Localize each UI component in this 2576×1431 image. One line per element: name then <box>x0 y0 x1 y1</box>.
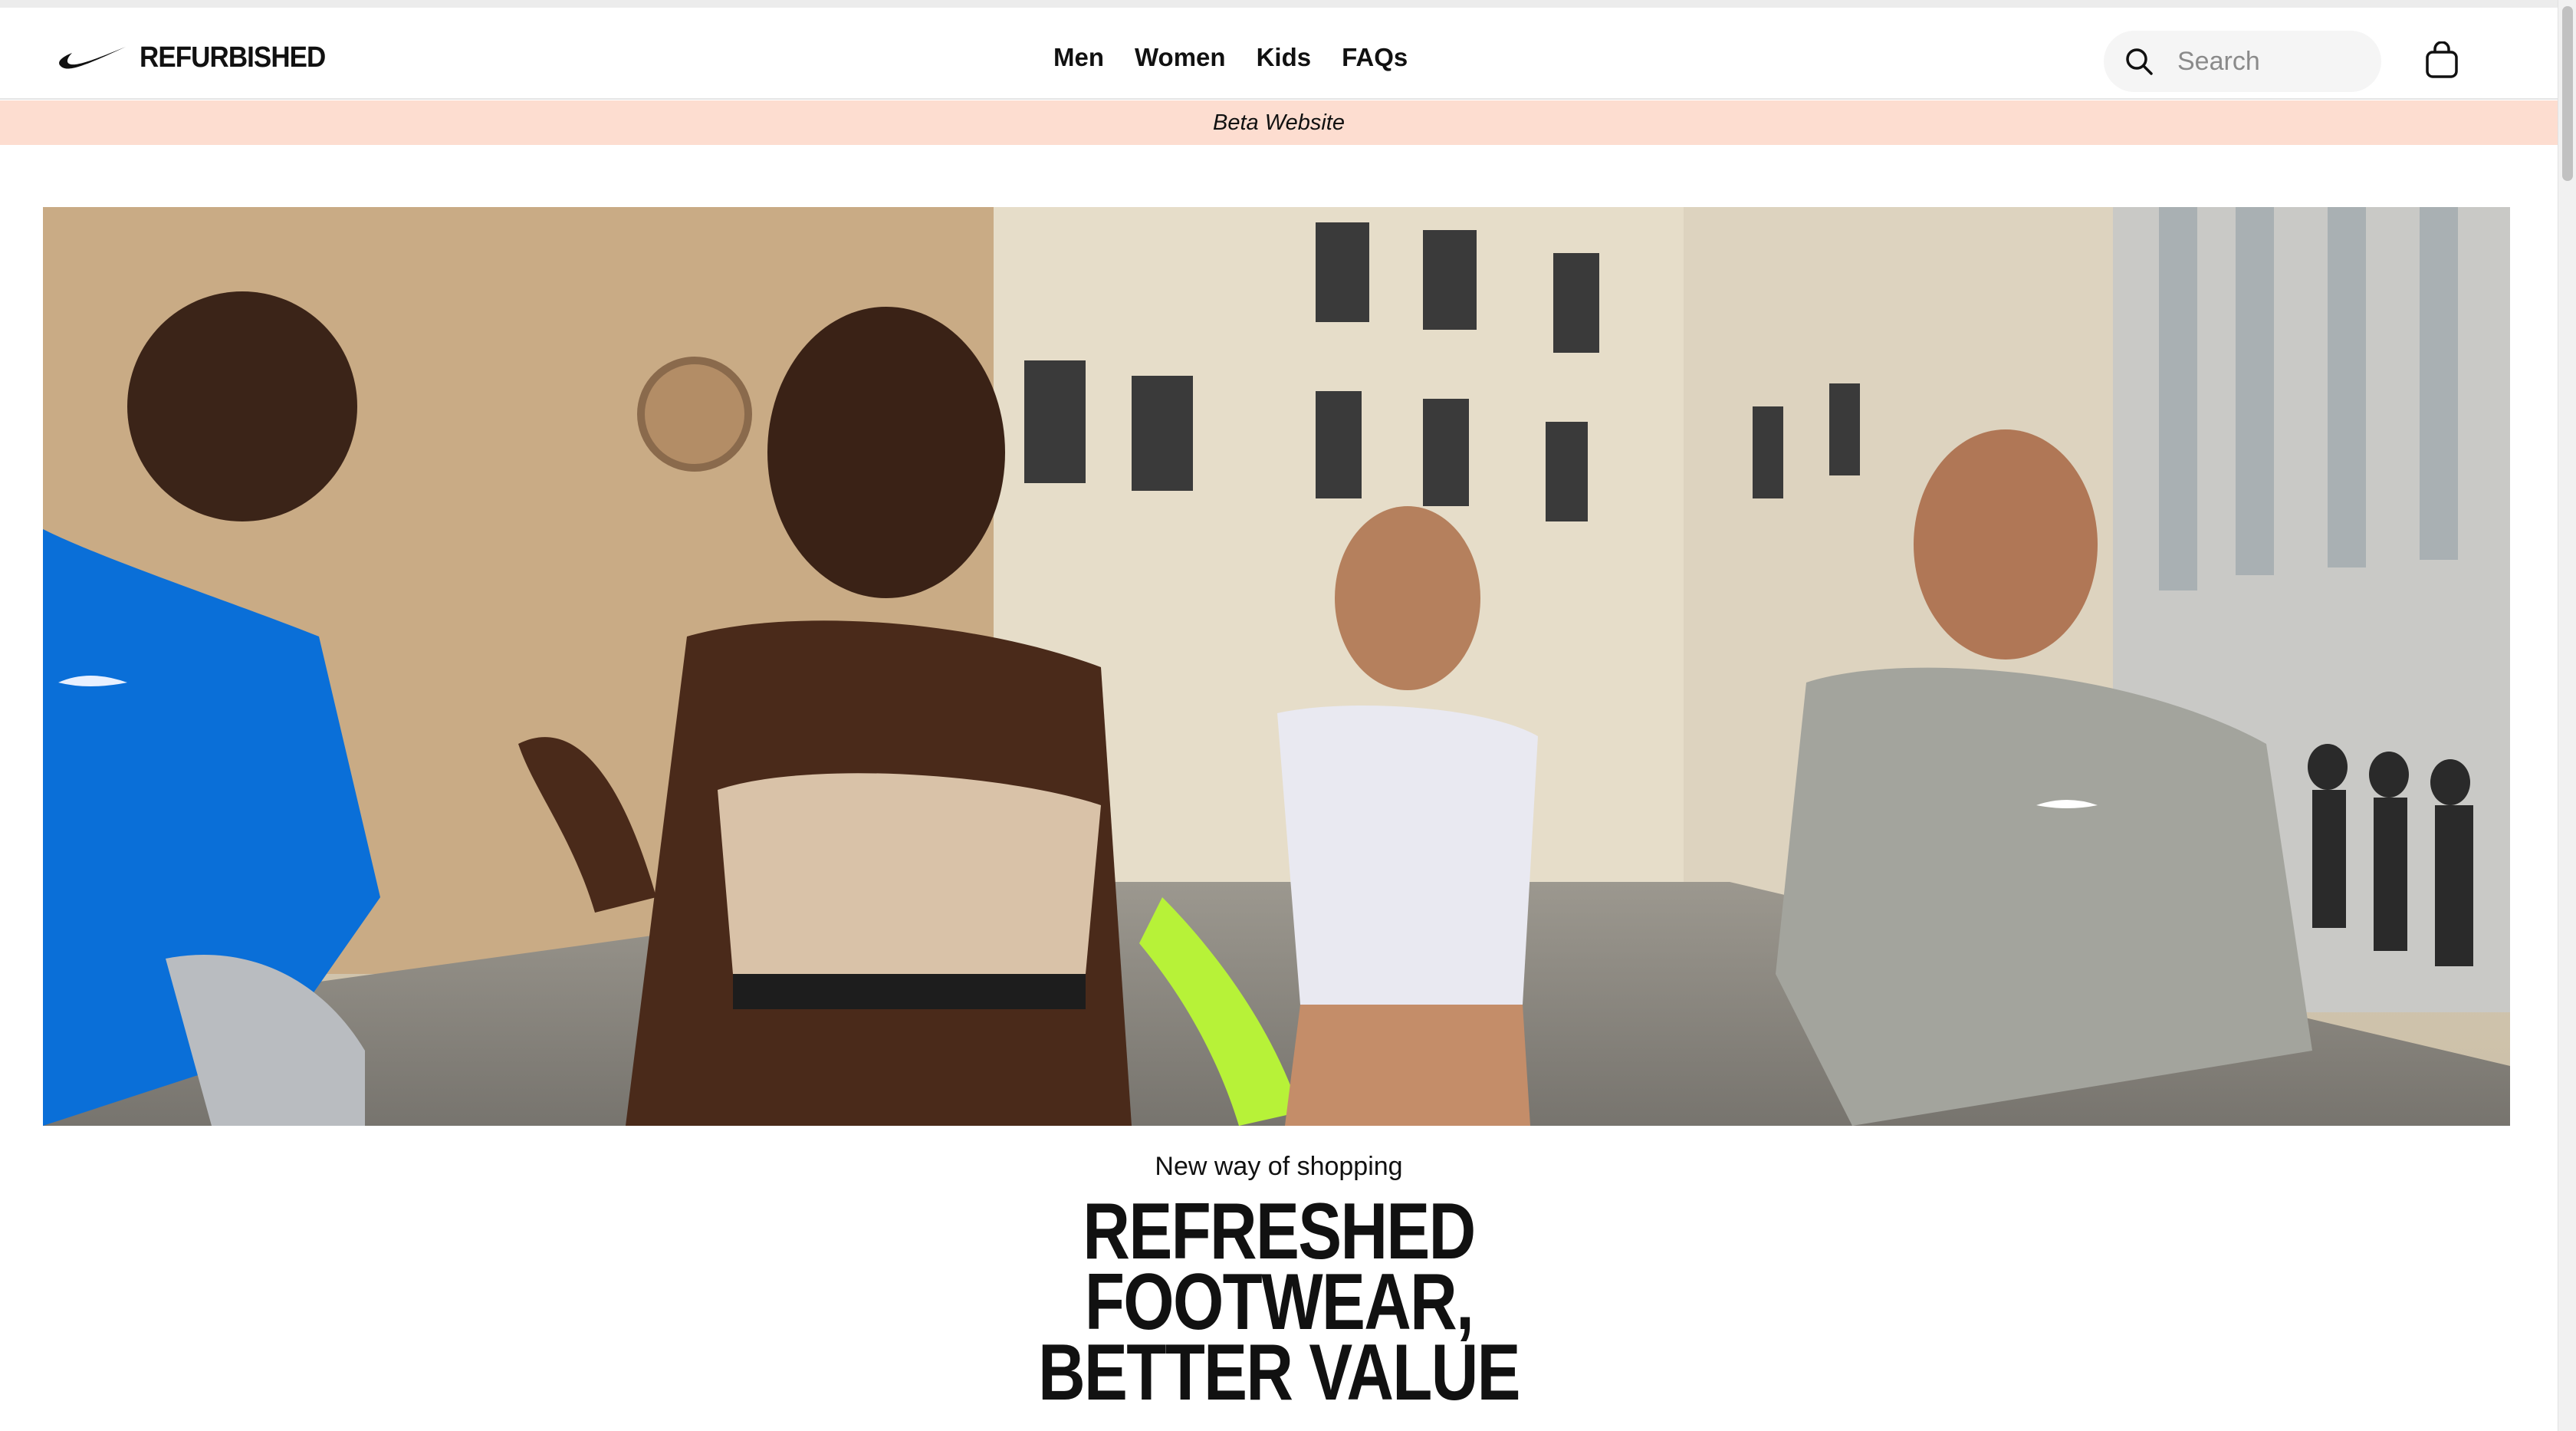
headline-line-1: REFRESHED <box>1083 1187 1476 1276</box>
search-box[interactable] <box>2104 31 2381 92</box>
hero-headline: REFRESHED FOOTWEAR, BETTER VALUE <box>0 1187 2558 1417</box>
nav-item-kids[interactable]: Kids <box>1257 43 1312 72</box>
headline-line-3: BETTER VALUE <box>1038 1328 1520 1417</box>
search-icon[interactable] <box>2124 46 2154 77</box>
beta-banner: Beta Website <box>0 100 2558 145</box>
vertical-scrollbar[interactable] <box>2558 0 2576 1431</box>
nav-item-faqs[interactable]: FAQs <box>1342 43 1408 72</box>
scrollbar-thumb[interactable] <box>2562 6 2573 181</box>
browser-top-strip <box>0 0 2558 8</box>
nav-item-men[interactable]: Men <box>1053 43 1104 72</box>
beta-banner-text: Beta Website <box>1213 110 1345 135</box>
headline-line-2: FOOTWEAR, <box>1084 1258 1474 1347</box>
nav-item-women[interactable]: Women <box>1135 43 1226 72</box>
site-header: REFURBISHED Men Women Kids FAQs <box>0 8 2558 100</box>
hero-photo-runners <box>43 207 2510 1126</box>
shopping-bag-icon[interactable] <box>2424 41 2459 80</box>
hero-image <box>43 207 2510 1126</box>
swoosh-icon <box>59 47 126 69</box>
hero-eyebrow: New way of shopping <box>1155 1152 1403 1181</box>
home-logo-link[interactable]: REFURBISHED <box>58 38 341 77</box>
search-input[interactable] <box>2177 46 2369 77</box>
main-nav: Men Women Kids FAQs <box>1053 38 1408 77</box>
page: REFURBISHED Men Women Kids FAQs Beta Web… <box>0 0 2576 1431</box>
brand-name: REFURBISHED <box>140 41 326 74</box>
